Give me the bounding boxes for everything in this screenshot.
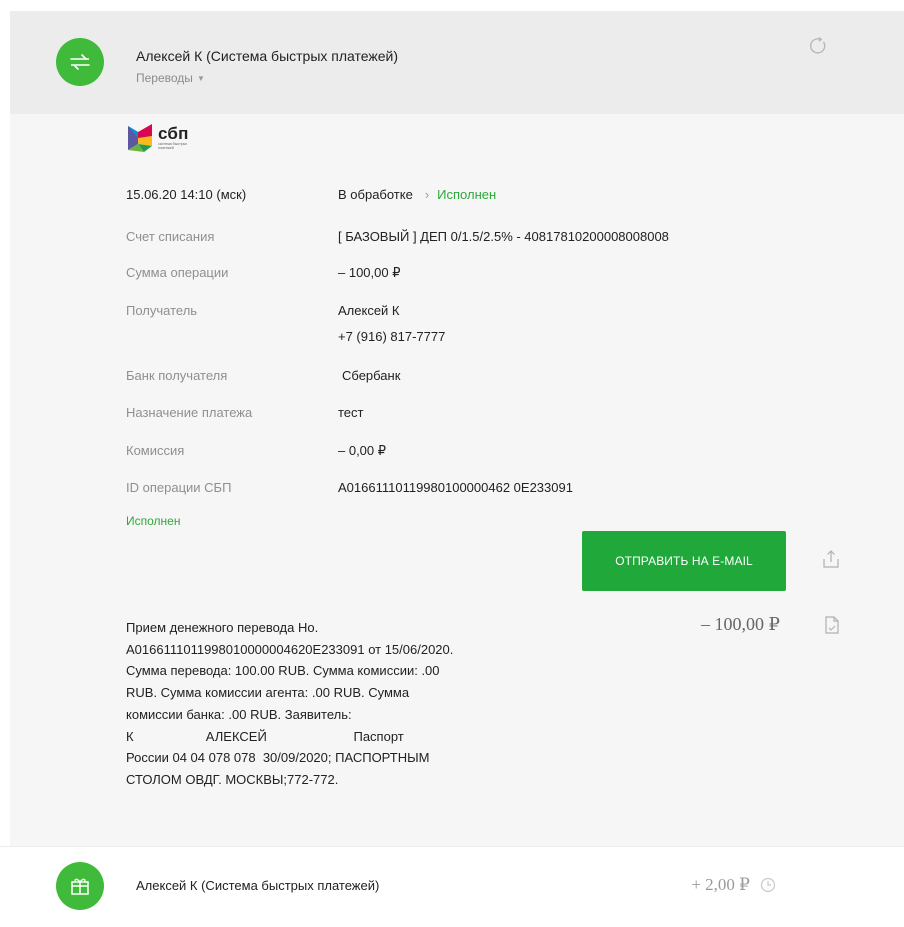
chevron-down-icon: ▼ [196,74,205,83]
detail-label: Счет списания [126,229,215,244]
detail-value: Алексей К [338,303,400,318]
detail-label: Банк получателя [126,368,228,383]
detail-value: [ БАЗОВЫЙ ] ДЕП 0/1.5/2.5% - 40817810200… [338,229,669,244]
detail-label: Комиссия [126,443,185,458]
sbp-logo-mark-icon [128,124,152,152]
status-from: В обработке [338,187,413,202]
detail-value: A01661110119980100000462 0E233091 [338,480,573,495]
refresh-icon[interactable] [808,36,828,56]
next-operation-title[interactable]: Алексей К (Система быстрых платежей) [136,878,379,893]
operation-amount: – 100,00 ₽ [701,614,780,634]
status-label: Исполнен [126,514,181,528]
detail-label: Сумма операции [126,265,229,280]
operation-card: Алексей К (Система быстрых платежей) Пер… [10,11,904,846]
operation-description: Прием денежного перевода Но. A0166111011… [126,620,454,787]
status-to: Исполнен [437,187,497,202]
detail-value: Сбербанк [342,368,401,383]
detail-label: Получатель [126,303,198,318]
operation-header[interactable]: Алексей К (Система быстрых платежей) Пер… [10,11,904,114]
detail-label: Назначение платежа [126,405,253,420]
category-label: Переводы [136,71,193,85]
sbp-logo: сбп система быстрых платежей [126,122,194,154]
next-operation-amount: + 2,00 ₽ [691,875,750,894]
status-chain: В обработке › Исполнен [338,185,793,204]
category-dropdown[interactable]: Переводы ▼ [136,71,205,85]
transfer-icon [56,38,104,86]
sbp-logo-text: сбп [158,124,189,144]
clock-icon [760,877,776,893]
document-icon[interactable] [824,616,840,634]
card-divider [0,846,904,847]
detail-value: – 100,00 ₽ [338,265,401,280]
recipient-phone: +7 (916) 817-7777 [338,329,446,344]
detail-value: – 0,00 ₽ [338,443,387,458]
sbp-logo-subtext: система быстрых платежей [158,142,188,150]
chevron-right-icon: › [424,187,430,202]
operation-datetime: 15.06.20 14:10 (мск) [126,187,247,202]
operation-title: Алексей К (Система быстрых платежей) [136,48,399,64]
detail-value: тест [338,405,364,420]
share-icon[interactable] [822,549,840,569]
gift-icon[interactable] [56,862,104,910]
send-email-button[interactable]: ОТПРАВИТЬ НА E-MAIL [582,531,786,591]
detail-label: ID операции СБП [126,480,232,495]
